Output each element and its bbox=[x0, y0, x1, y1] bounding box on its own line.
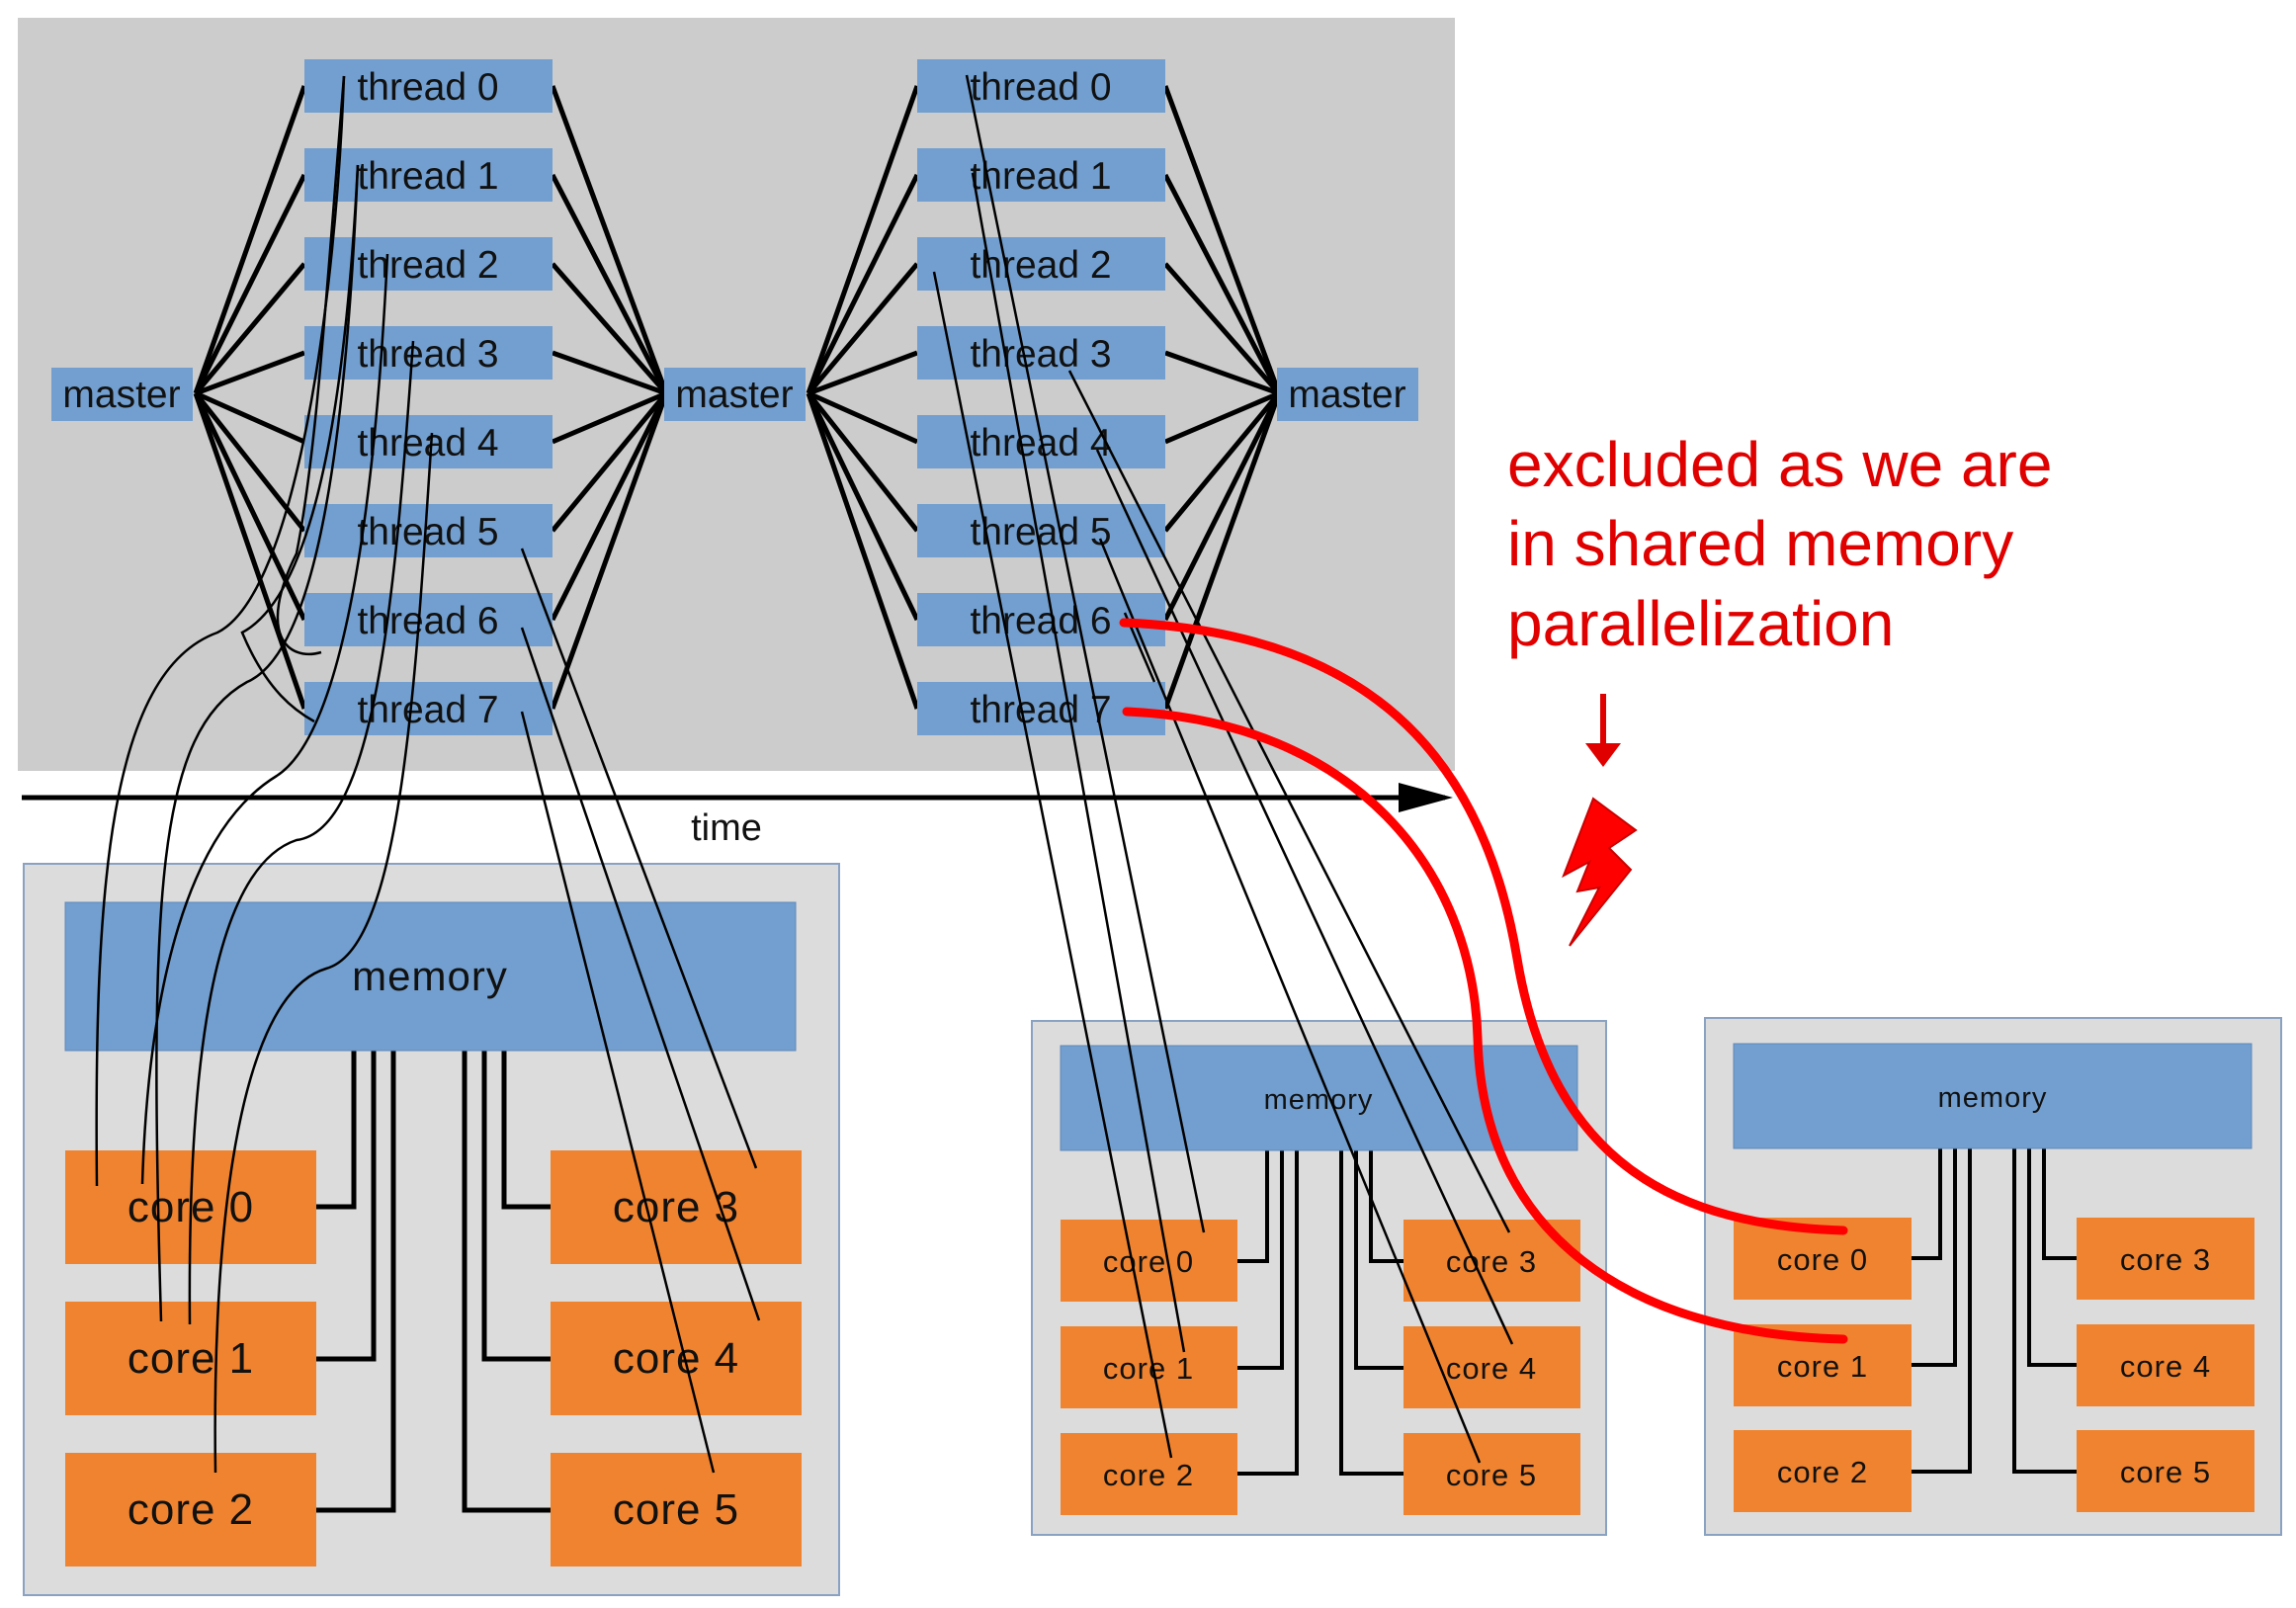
node-1: memory core 0 core 1 core 2 core 3 core … bbox=[1031, 1020, 1607, 1536]
core-label: core 2 bbox=[1777, 1455, 1868, 1489]
annotation-text: excluded as we are in shared memory para… bbox=[1507, 429, 2052, 659]
thread-label: thread 5 bbox=[357, 511, 498, 553]
thread-label: thread 6 bbox=[357, 600, 498, 642]
time-label: time bbox=[691, 807, 762, 849]
annotation-line-3: parallelization bbox=[1507, 588, 1894, 659]
core-5: core 5 bbox=[1403, 1433, 1580, 1515]
memory-label: memory bbox=[352, 953, 508, 999]
core-label: core 2 bbox=[128, 1485, 254, 1534]
core-label: core 2 bbox=[1103, 1458, 1194, 1492]
master-1: master bbox=[664, 368, 806, 421]
thread-4-a: thread 4 bbox=[304, 415, 553, 468]
core-4: core 4 bbox=[2077, 1324, 2254, 1406]
core-1: core 1 bbox=[1061, 1326, 1237, 1408]
master-0: master bbox=[51, 368, 193, 421]
core-label: core 1 bbox=[128, 1334, 254, 1383]
core-5: core 5 bbox=[2077, 1430, 2254, 1512]
core-2: core 2 bbox=[1061, 1433, 1237, 1515]
core-2: core 2 bbox=[65, 1453, 316, 1566]
annotation-line-2: in shared memory bbox=[1507, 508, 2013, 579]
node-2: memory core 0 core 1 core 2 core 3 core … bbox=[1704, 1017, 2282, 1536]
time-arrowhead bbox=[1399, 783, 1453, 812]
core-label: core 1 bbox=[1103, 1351, 1194, 1386]
memory-label: memory bbox=[1938, 1082, 2048, 1114]
core-label: core 3 bbox=[1446, 1244, 1537, 1279]
core-3: core 3 bbox=[2077, 1218, 2254, 1300]
core-2: core 2 bbox=[1734, 1430, 1912, 1512]
thread-1-b: thread 1 bbox=[917, 148, 1165, 202]
core-label: core 4 bbox=[1446, 1351, 1537, 1386]
thread-label: thread 2 bbox=[357, 244, 498, 287]
thread-label: thread 0 bbox=[357, 66, 498, 109]
thread-7-a: thread 7 bbox=[304, 682, 553, 735]
thread-2-b: thread 2 bbox=[917, 237, 1165, 291]
core-label: core 4 bbox=[613, 1334, 739, 1383]
core-5: core 5 bbox=[551, 1453, 802, 1566]
thread-label: thread 0 bbox=[970, 66, 1111, 109]
core-label: core 0 bbox=[1103, 1244, 1194, 1279]
thread-1-a: thread 1 bbox=[304, 148, 553, 202]
thread-label: thread 4 bbox=[357, 422, 498, 465]
core-3: core 3 bbox=[551, 1150, 802, 1264]
thread-label: thread 7 bbox=[357, 689, 498, 731]
core-label: core 0 bbox=[1777, 1242, 1868, 1277]
core-0: core 0 bbox=[1061, 1220, 1237, 1302]
annotation-line-1: excluded as we are bbox=[1507, 429, 2052, 500]
core-label: core 4 bbox=[2120, 1349, 2211, 1384]
thread-5-a: thread 5 bbox=[304, 504, 553, 557]
thread-2-a: thread 2 bbox=[304, 237, 553, 291]
time-axis: time bbox=[22, 783, 1453, 849]
thread-label: thread 3 bbox=[970, 333, 1111, 376]
master-label: master bbox=[1288, 374, 1405, 416]
thread-label: thread 7 bbox=[970, 689, 1111, 731]
annotation-arrow bbox=[1585, 694, 1621, 767]
shared-memory-parallelization-diagram: master master master thread 0 thread 1 t… bbox=[18, 18, 2282, 1596]
thread-label: thread 4 bbox=[970, 422, 1111, 465]
master-label: master bbox=[62, 374, 180, 416]
core-4: core 4 bbox=[1403, 1326, 1580, 1408]
thread-label: thread 6 bbox=[970, 600, 1111, 642]
core-label: core 5 bbox=[613, 1485, 739, 1534]
thread-0-b: thread 0 bbox=[917, 59, 1165, 113]
thread-6-a: thread 6 bbox=[304, 593, 553, 646]
thread-label: thread 1 bbox=[357, 155, 498, 198]
core-label: core 1 bbox=[1777, 1349, 1868, 1384]
node-0: memory core 0 core 1 core 2 core 3 core … bbox=[23, 863, 840, 1596]
thread-label: thread 3 bbox=[357, 333, 498, 376]
core-label: core 5 bbox=[1446, 1458, 1537, 1492]
master-label: master bbox=[675, 374, 793, 416]
core-label: core 3 bbox=[2120, 1242, 2211, 1277]
lightning-bolt-icon bbox=[1562, 797, 1638, 947]
master-2: master bbox=[1277, 368, 1418, 421]
memory-label: memory bbox=[1264, 1084, 1374, 1116]
core-label: core 5 bbox=[2120, 1455, 2211, 1489]
